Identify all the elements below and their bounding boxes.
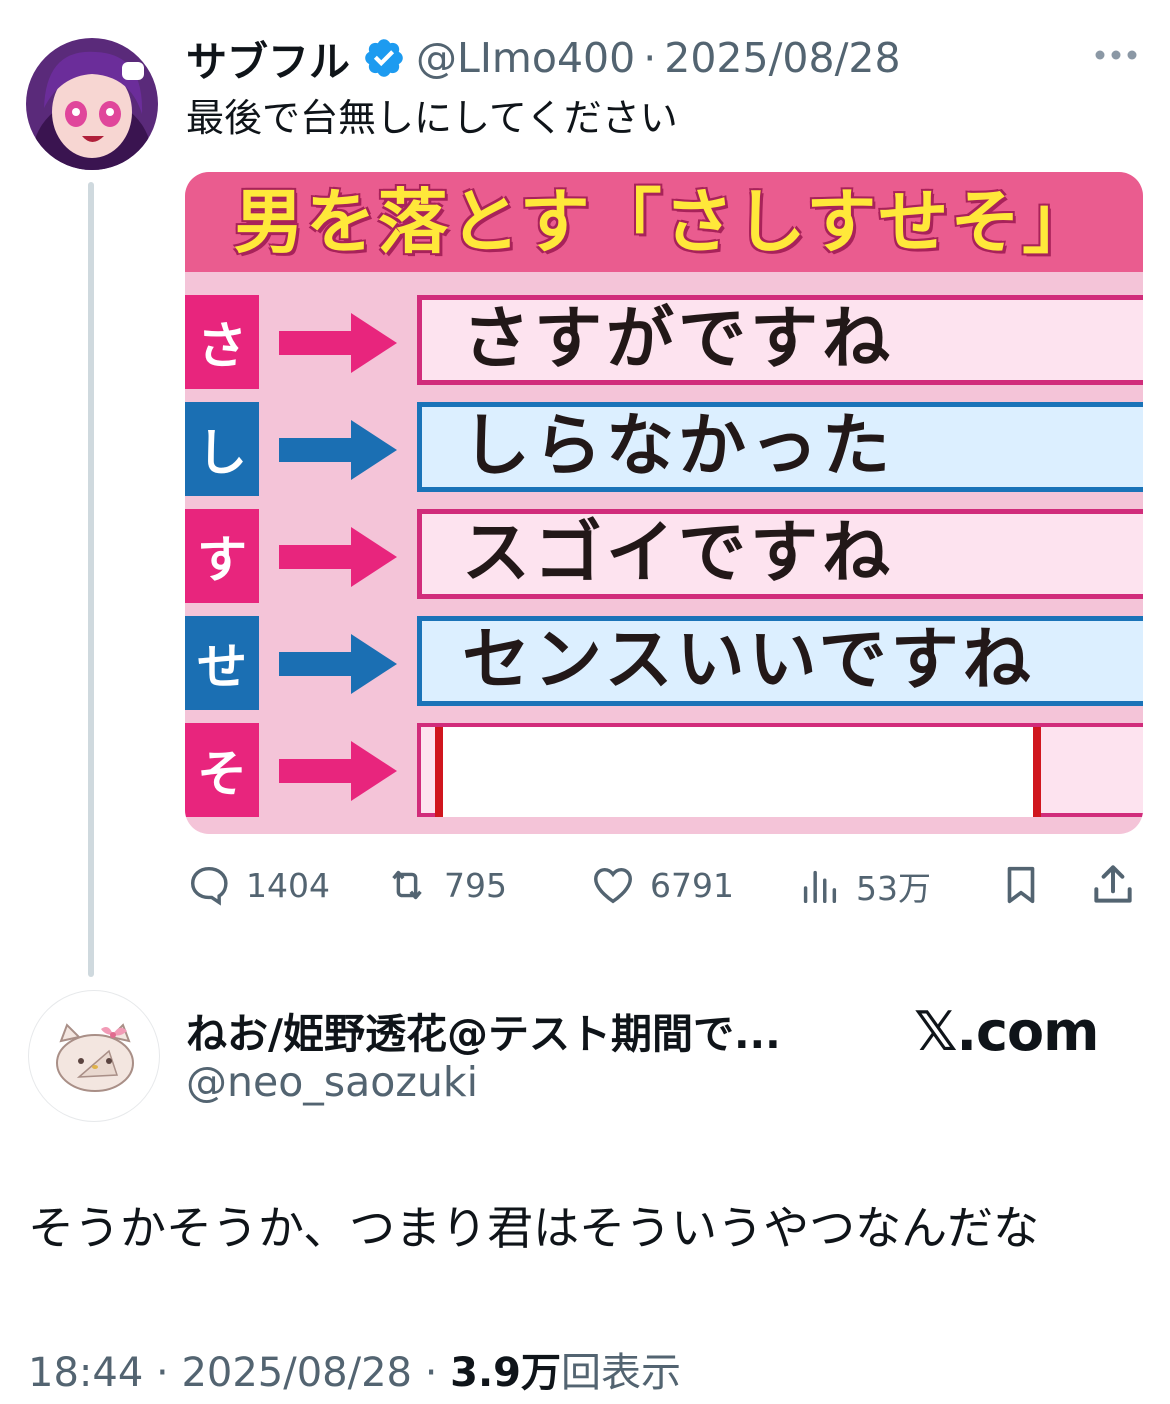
site-label: 𝕏.com [914, 1000, 1099, 1063]
tweet-text: 最後で台無しにしてください [186, 96, 678, 140]
bookmark-icon[interactable] [998, 862, 1044, 908]
views-count: 53万 [856, 869, 931, 908]
reply-time[interactable]: 18:44 [28, 1350, 143, 1396]
reply-author-avatar[interactable] [28, 990, 160, 1122]
reply-count: 1404 [246, 865, 330, 905]
tweet-header: サブフル @LImo400 · 2025/08/28 [186, 30, 901, 86]
separator-dot: · [643, 34, 657, 82]
image-row: し しらなかった [185, 402, 1143, 496]
separator-dot: · [424, 1350, 438, 1396]
retweet-icon [392, 870, 422, 900]
row-label: し [185, 402, 259, 496]
separator-dot: · [156, 1350, 169, 1396]
reply-author-handle[interactable]: @neo_saozuki [186, 1058, 478, 1106]
row-label: そ [185, 723, 259, 817]
tweet-date[interactable]: 2025/08/28 [664, 34, 900, 82]
like-button[interactable]: 6791 [590, 862, 734, 908]
author-avatar[interactable] [26, 38, 158, 170]
blank-answer-box [417, 723, 1143, 817]
reply-button[interactable]: 1404 [186, 862, 330, 908]
image-row: す スゴイですね [185, 509, 1143, 603]
analytics-icon [803, 870, 837, 904]
reply-icon [190, 866, 228, 906]
tweet-image[interactable]: 男を落とす「さしすせそ」 さ さすがですね し しらなかった す スゴイですね … [185, 172, 1143, 834]
reply-author-name[interactable]: ねお/姫野透花@テスト期間で... [186, 1000, 781, 1060]
row-label: す [185, 509, 259, 603]
views-button[interactable]: 53万 [796, 862, 931, 910]
row-label: せ [185, 616, 259, 710]
right-arrow-icon [279, 634, 397, 694]
right-arrow-icon [279, 741, 397, 801]
row-answer: スゴイですね [417, 509, 1143, 599]
row-answer: さすがですね [417, 295, 1143, 385]
right-arrow-icon [279, 527, 397, 587]
cat-avatar-image [56, 1023, 134, 1092]
reply-text: そうかそうか、つまり君はそういうやつなんだな [28, 1201, 1040, 1255]
author-name[interactable]: サブフル [186, 28, 350, 88]
thread-line [88, 182, 94, 977]
author-avatar-image [26, 38, 158, 170]
reply-meta: 18:44 · 2025/08/28 · 3.9万回表示 [28, 1340, 681, 1398]
image-row: さ さすがですね [185, 295, 1143, 389]
row-answer: しらなかった [417, 402, 1143, 492]
image-row: せ センスいいですね [185, 616, 1143, 710]
right-arrow-icon [279, 313, 397, 373]
author-handle[interactable]: @LImo400 [416, 34, 635, 82]
row-answer: センスいいですね [417, 616, 1143, 706]
share-icon[interactable] [1088, 860, 1138, 910]
image-row: そ [185, 723, 1143, 817]
blank-answer-field [435, 727, 1041, 817]
retweet-count: 795 [444, 865, 507, 905]
verified-badge-icon [365, 39, 403, 77]
row-label: さ [185, 295, 259, 389]
reply-date[interactable]: 2025/08/28 [181, 1350, 412, 1396]
image-title: 男を落とす「さしすせそ」 [233, 181, 1095, 263]
right-arrow-icon [279, 420, 397, 480]
reply-views-count: 3.9万 [450, 1350, 561, 1396]
reply-views-label: 回表示 [561, 1350, 681, 1396]
heart-icon [594, 867, 632, 904]
retweet-button[interactable]: 795 [384, 862, 507, 908]
more-options-icon[interactable] [1090, 40, 1142, 70]
like-count: 6791 [650, 865, 734, 905]
